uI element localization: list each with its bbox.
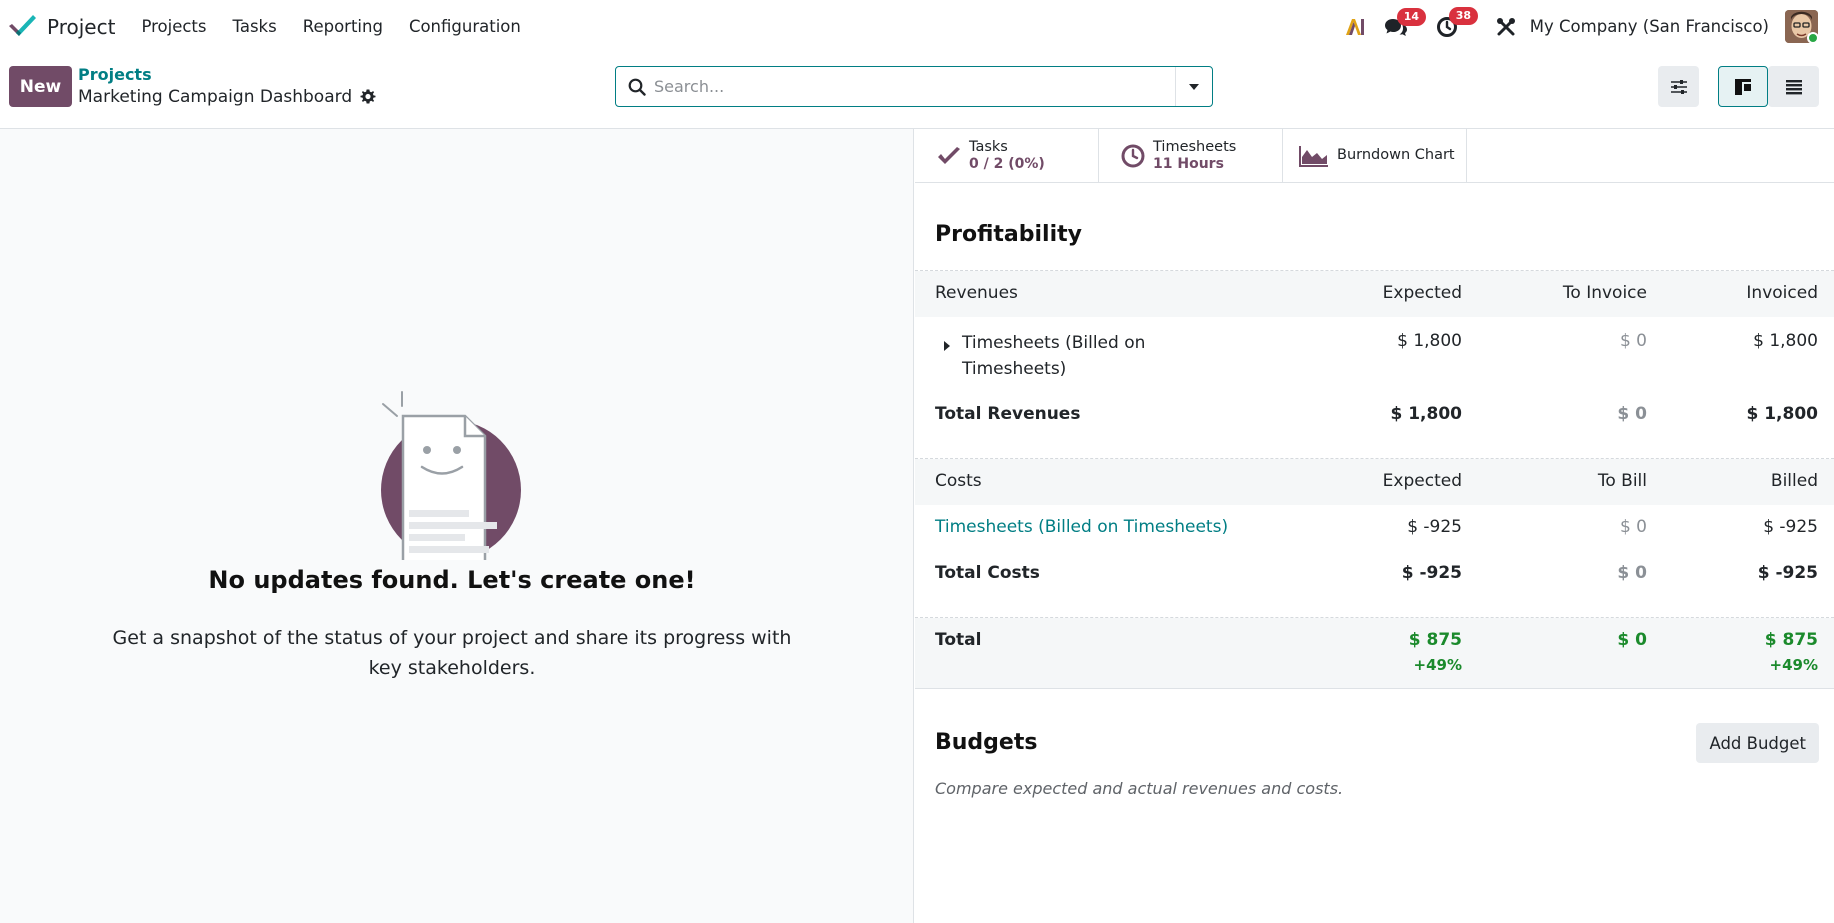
burndown-chart-button[interactable]: Burndown Chart <box>1283 129 1467 182</box>
total-revenues-expected: $ 1,800 <box>1390 404 1462 424</box>
invoiced-header: Invoiced <box>1746 283 1818 303</box>
cost-row: Timesheets (Billed on Timesheets) $ -925… <box>915 517 1834 541</box>
gear-icon[interactable] <box>360 89 376 105</box>
total-costs-label: Total Costs <box>935 563 1040 583</box>
to-bill-header: To Bill <box>1597 471 1647 491</box>
new-button[interactable]: New <box>9 66 72 107</box>
tasks-stat-value: 0 / 2 (0%) <box>969 155 1045 172</box>
caret-right-icon[interactable] <box>943 337 951 357</box>
profitability-title: Profitability <box>935 222 1082 247</box>
sliders-icon <box>1670 79 1687 94</box>
control-panel: New Projects Marketing Campaign Dashboar… <box>0 53 1834 129</box>
empty-state-title: No updates found. Let's create one! <box>208 566 696 594</box>
online-status-dot <box>1807 32 1819 44</box>
cost-row-expected: $ -925 <box>1407 517 1462 537</box>
search-input[interactable] <box>654 77 1164 96</box>
grand-total-to-bill: $ 0 <box>1617 630 1647 650</box>
menu-tasks[interactable]: Tasks <box>233 17 277 36</box>
activities-icon[interactable]: 38 <box>1436 6 1479 38</box>
empty-state-text: Get a snapshot of the status of your pro… <box>112 627 792 679</box>
grand-total-row: Total $ 875 +49% $ 0 $ 875 +49% <box>915 618 1834 689</box>
list-icon <box>1785 79 1802 94</box>
tasks-stat-button[interactable]: Tasks 0 / 2 (0%) <box>915 129 1099 182</box>
cost-row-name-link[interactable]: Timesheets (Billed on Timesheets) <box>935 517 1228 537</box>
total-revenues-row: Total Revenues $ 1,800 $ 0 $ 1,800 <box>915 404 1834 428</box>
debug-tools-icon[interactable] <box>1496 17 1516 37</box>
grand-total-expected-percent: +49% <box>1413 656 1462 674</box>
stat-buttons: Tasks 0 / 2 (0%) Timesheets 11 Hours Bur… <box>915 129 1834 183</box>
activities-badge: 38 <box>1448 6 1479 25</box>
page-title: Marketing Campaign Dashboard <box>78 87 353 107</box>
timesheets-stat-value: 11 Hours <box>1153 155 1224 172</box>
burndown-chart-label: Burndown Chart <box>1337 147 1455 163</box>
total-costs-expected: $ -925 <box>1401 563 1462 583</box>
costs-expected-header: Expected <box>1382 471 1462 491</box>
filter-settings-button[interactable] <box>1658 66 1699 107</box>
costs-header: Costs <box>935 471 982 491</box>
expected-header: Expected <box>1382 283 1462 303</box>
kanban-view-button[interactable] <box>1718 66 1768 107</box>
grand-total-expected: $ 875 <box>1408 630 1462 650</box>
menu-reporting[interactable]: Reporting <box>303 17 383 36</box>
grand-total-billed-percent: +49% <box>1769 656 1818 674</box>
timesheets-stat-button[interactable]: Timesheets 11 Hours <box>1099 129 1283 182</box>
search-icon <box>628 78 646 96</box>
billed-header: Billed <box>1770 471 1818 491</box>
menu-projects[interactable]: Projects <box>141 17 206 36</box>
search-bar <box>615 66 1213 107</box>
revenue-row-expected: $ 1,800 <box>1397 331 1462 351</box>
revenue-row-name[interactable]: Timesheets (Billed on Timesheets) <box>962 330 1202 382</box>
project-app-icon <box>7 12 37 42</box>
total-costs-to-bill: $ 0 <box>1617 563 1647 583</box>
budgets-title: Budgets <box>935 730 1038 755</box>
messages-badge: 14 <box>1396 7 1427 26</box>
company-switcher[interactable]: My Company (San Francisco) <box>1530 17 1769 36</box>
budgets-help-text: Compare expected and actual revenues and… <box>935 779 1344 798</box>
total-costs-row: Total Costs $ -925 $ 0 $ -925 <box>915 563 1834 587</box>
costs-header-row: Costs Expected To Bill Billed <box>915 459 1834 505</box>
breadcrumb-projects[interactable]: Projects <box>78 65 152 84</box>
cost-row-to-bill: $ 0 <box>1619 517 1647 537</box>
project-updates-panel: No updates found. Let's create one! Get … <box>0 129 914 923</box>
project-sidebar: Tasks 0 / 2 (0%) Timesheets 11 Hours Bur… <box>915 129 1834 923</box>
area-chart-icon <box>1299 145 1329 167</box>
menu-configuration[interactable]: Configuration <box>409 17 521 36</box>
list-view-button[interactable] <box>1768 66 1819 107</box>
app-brand[interactable]: Project <box>7 12 115 42</box>
empty-document-illustration <box>377 390 527 564</box>
grand-total-billed: $ 875 <box>1764 630 1818 650</box>
to-invoice-header: To Invoice <box>1562 283 1647 303</box>
top-navbar: Project Projects Tasks Reporting Configu… <box>0 0 1834 53</box>
revenue-row-invoiced: $ 1,800 <box>1753 331 1818 351</box>
check-icon <box>937 146 961 166</box>
clock-icon <box>1121 144 1145 168</box>
navbar-systray: 14 38 My Company (San Francisco) <box>1344 0 1834 53</box>
total-costs-billed: $ -925 <box>1757 563 1818 583</box>
timesheets-stat-label: Timesheets <box>1153 138 1237 155</box>
add-budget-button[interactable]: Add Budget <box>1696 723 1819 763</box>
kanban-icon <box>1735 78 1751 95</box>
total-revenues-label: Total Revenues <box>935 404 1081 424</box>
revenue-row-to-invoice: $ 0 <box>1619 331 1647 351</box>
grand-total-label: Total <box>935 630 982 650</box>
total-revenues-to-invoice: $ 0 <box>1617 404 1647 424</box>
cost-row-billed: $ -925 <box>1763 517 1818 537</box>
search-options-toggle[interactable] <box>1175 67 1212 106</box>
revenue-row: Timesheets (Billed on Timesheets) $ 1,80… <box>915 330 1834 384</box>
total-revenues-invoiced: $ 1,800 <box>1746 404 1818 424</box>
caret-down-icon <box>1189 83 1199 90</box>
app-name[interactable]: Project <box>47 15 115 39</box>
tasks-stat-label: Tasks <box>969 138 1008 155</box>
messages-icon[interactable]: 14 <box>1384 7 1427 37</box>
revenues-header: Revenues <box>935 283 1018 303</box>
main-menu: Projects Tasks Reporting Configuration <box>141 17 546 36</box>
breadcrumb-current: Marketing Campaign Dashboard <box>78 87 376 107</box>
revenues-header-row: Revenues Expected To Invoice Invoiced <box>915 271 1834 317</box>
ai-icon[interactable] <box>1344 17 1366 37</box>
